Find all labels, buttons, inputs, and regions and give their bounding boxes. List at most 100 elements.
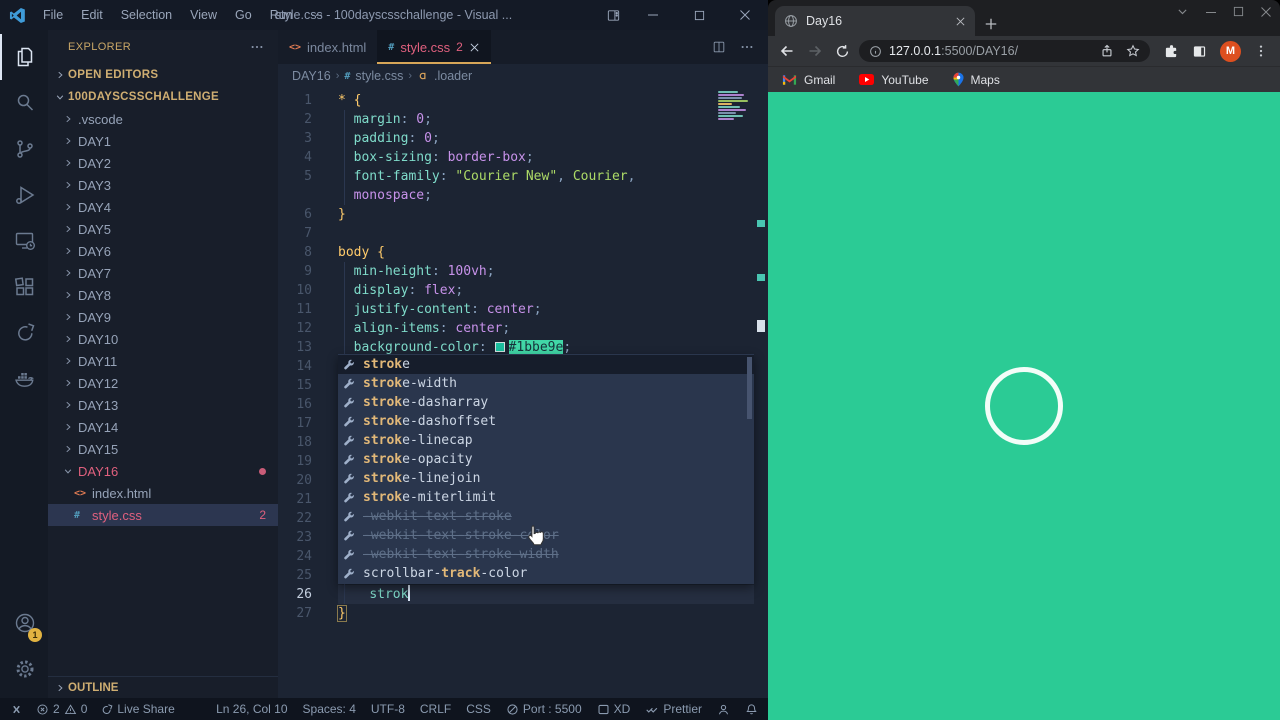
project-root-section[interactable]: 100DAYSCSSCHALLENGE <box>48 86 278 108</box>
maximize-button[interactable] <box>676 0 722 30</box>
open-editors-section[interactable]: OPEN EDITORS <box>48 64 278 86</box>
problems-status[interactable]: 2 0 <box>36 702 87 716</box>
maximize-button[interactable] <box>1233 6 1244 17</box>
menu-view[interactable]: View <box>181 0 226 30</box>
suggestion-stroke-opacity[interactable]: stroke-opacity <box>338 450 754 469</box>
breadcrumb-folder[interactable]: DAY16 <box>292 69 331 83</box>
reload-icon[interactable] <box>832 44 853 59</box>
browser-tab[interactable]: Day16 <box>775 6 975 36</box>
suggestion-stroke-width[interactable]: stroke-width <box>338 374 754 393</box>
explorer-icon[interactable] <box>0 34 48 80</box>
live-share-icon[interactable] <box>0 310 48 356</box>
notifications[interactable] <box>745 703 758 716</box>
live-server-port[interactable]: Port : 5500 <box>506 702 582 716</box>
source-control-icon[interactable] <box>0 126 48 172</box>
code-editor[interactable]: 1 * {2 margin: 0; 3 padding: 0; 4 box-sizin… <box>278 88 768 698</box>
new-tab-icon[interactable] <box>984 17 998 31</box>
tab-close-icon[interactable] <box>955 16 966 27</box>
suggestion-stroke-dashoffset[interactable]: stroke-dashoffset <box>338 412 754 431</box>
outline-section[interactable]: OUTLINE <box>48 676 278 698</box>
file-style-css[interactable]: # style.css 2 <box>48 504 278 526</box>
folder-day3[interactable]: DAY3 <box>48 174 278 196</box>
back-icon[interactable] <box>776 43 798 59</box>
layout-toggle-icon[interactable] <box>596 0 630 30</box>
tab-index-html[interactable]: <> index.html <box>278 30 378 64</box>
docker-icon[interactable] <box>0 356 48 402</box>
suggestion-stroke-miterlimit[interactable]: stroke-miterlimit <box>338 488 754 507</box>
feedback[interactable] <box>717 703 730 716</box>
settings-gear-icon[interactable] <box>0 646 48 692</box>
folder-day14[interactable]: DAY14 <box>48 416 278 438</box>
menu-go[interactable]: Go <box>226 0 261 30</box>
menu-selection[interactable]: Selection <box>112 0 181 30</box>
folder-day10[interactable]: DAY10 <box>48 328 278 350</box>
remote-explorer-icon[interactable] <box>0 218 48 264</box>
suggestion-stroke-dasharray[interactable]: stroke-dasharray <box>338 393 754 412</box>
prettier[interactable]: Prettier <box>645 702 702 716</box>
file-index-html[interactable]: <> index.html <box>48 482 278 504</box>
encoding[interactable]: UTF-8 <box>371 702 405 716</box>
folder-vscode[interactable]: .vscode <box>48 108 278 130</box>
suggestion-stroke[interactable]: stroke <box>338 355 754 374</box>
side-panel-icon[interactable] <box>1192 44 1207 59</box>
breadcrumb-symbol[interactable]: .loader <box>434 69 472 83</box>
suggestion--webkit-text-stroke-width[interactable]: -webkit-text-stroke-width <box>338 545 754 564</box>
split-editor-icon[interactable] <box>712 40 726 54</box>
folder-day7[interactable]: DAY7 <box>48 262 278 284</box>
folder-day15[interactable]: DAY15 <box>48 438 278 460</box>
kebab-menu-icon[interactable] <box>1254 44 1268 58</box>
indentation[interactable]: Spaces: 4 <box>303 702 356 716</box>
chevron-right-icon <box>60 136 76 146</box>
folder-day16[interactable]: DAY16 <box>48 460 278 482</box>
menu-edit[interactable]: Edit <box>72 0 112 30</box>
live-share-status[interactable]: Live Share <box>100 702 175 716</box>
minimap[interactable] <box>718 91 752 143</box>
search-icon[interactable] <box>0 80 48 126</box>
language-mode[interactable]: CSS <box>466 702 491 716</box>
folder-day5[interactable]: DAY5 <box>48 218 278 240</box>
tab-close-icon[interactable] <box>469 42 480 53</box>
more-actions-icon[interactable] <box>740 40 754 54</box>
bookmark-youtube[interactable]: YouTube <box>859 73 929 87</box>
url-bar[interactable]: 127.0.0.1:5500/DAY16/ <box>859 40 1150 62</box>
close-button[interactable] <box>1260 6 1272 18</box>
minimize-button[interactable] <box>630 0 676 30</box>
bookmark-star-icon[interactable] <box>1126 44 1140 58</box>
account-icon[interactable]: 1 <box>0 600 48 646</box>
tab-style-css[interactable]: # style.css 2 <box>377 30 491 64</box>
bookmark-gmail[interactable]: Gmail <box>782 73 835 87</box>
eol[interactable]: CRLF <box>420 702 451 716</box>
folder-day11[interactable]: DAY11 <box>48 350 278 372</box>
explorer-actions-icon[interactable] <box>250 40 264 54</box>
remote-indicator-icon[interactable] <box>10 703 23 716</box>
folder-day13[interactable]: DAY13 <box>48 394 278 416</box>
menu-file[interactable]: File <box>34 0 72 30</box>
suggestion-stroke-linejoin[interactable]: stroke-linejoin <box>338 469 754 488</box>
forward-icon[interactable] <box>804 43 826 59</box>
chevron-down-icon[interactable] <box>1176 5 1189 18</box>
folder-day4[interactable]: DAY4 <box>48 196 278 218</box>
suggestion-stroke-linecap[interactable]: stroke-linecap <box>338 431 754 450</box>
suggestion--webkit-text-stroke-color[interactable]: -webkit-text-stroke-color <box>338 526 754 545</box>
folder-day2[interactable]: DAY2 <box>48 152 278 174</box>
xd-extension[interactable]: XD <box>597 702 630 716</box>
bookmark-maps[interactable]: Maps <box>952 72 1000 87</box>
folder-day9[interactable]: DAY9 <box>48 306 278 328</box>
dropdown-scrollbar[interactable] <box>747 357 752 419</box>
folder-day8[interactable]: DAY8 <box>48 284 278 306</box>
folder-day1[interactable]: DAY1 <box>48 130 278 152</box>
breadcrumb-file[interactable]: style.css <box>355 69 403 83</box>
site-info-icon[interactable] <box>869 45 882 58</box>
cursor-position[interactable]: Ln 26, Col 10 <box>216 702 287 716</box>
folder-day6[interactable]: DAY6 <box>48 240 278 262</box>
close-button[interactable] <box>722 0 768 30</box>
minimize-button[interactable] <box>1205 6 1217 18</box>
folder-day12[interactable]: DAY12 <box>48 372 278 394</box>
suggestion-scrollbar-track-color[interactable]: scrollbar-track-color <box>338 564 754 583</box>
extensions-puzzle-icon[interactable] <box>1164 44 1179 59</box>
profile-avatar[interactable]: M <box>1220 40 1241 62</box>
run-debug-icon[interactable] <box>0 172 48 218</box>
suggestion--webkit-text-stroke[interactable]: -webkit-text-stroke <box>338 507 754 526</box>
extensions-icon[interactable] <box>0 264 48 310</box>
share-icon[interactable] <box>1100 44 1114 58</box>
